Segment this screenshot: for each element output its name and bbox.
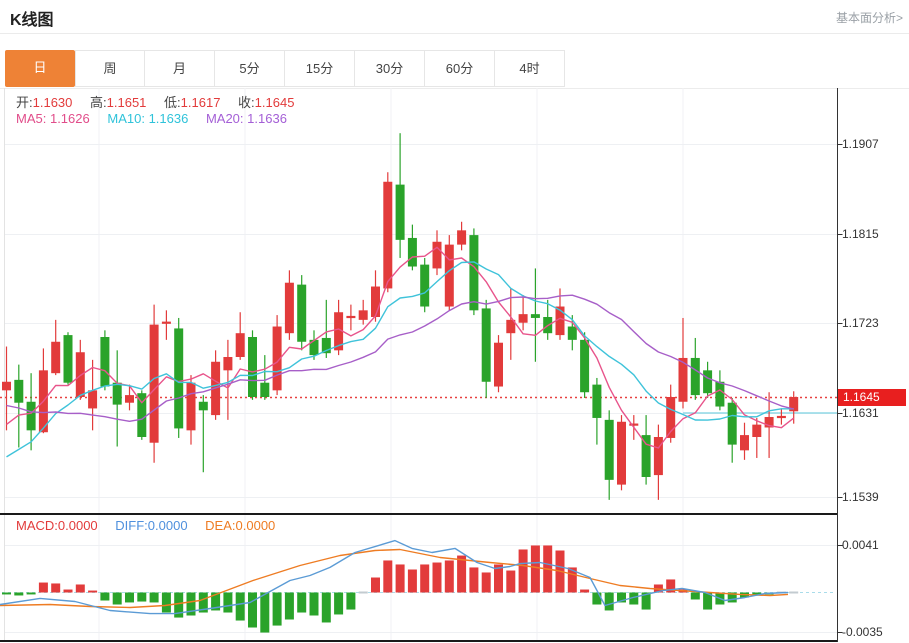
dea-label: DEA: <box>205 518 235 533</box>
tab-month[interactable]: 月 <box>145 50 215 87</box>
tab-30min[interactable]: 30分 <box>355 50 425 87</box>
macd-tick-pos: 0.0041 <box>842 537 906 553</box>
dea-value: 0.0000 <box>236 518 276 533</box>
macd-label: MACD: <box>16 518 58 533</box>
tab-15min[interactable]: 15分 <box>285 50 355 87</box>
tab-week[interactable]: 周 <box>75 50 145 87</box>
low-label: 低: <box>164 95 181 110</box>
macd-tick-neg: -0.0035 <box>842 624 906 640</box>
current-price-badge: 1.1645 <box>838 389 906 406</box>
ma10-label: MA10: <box>107 111 145 126</box>
ma5-value: 1.1626 <box>50 111 90 126</box>
diff-label: DIFF: <box>115 518 148 533</box>
ma20-value: 1.1636 <box>247 111 287 126</box>
ohlc-legend: 开:1.1630 高:1.1651 低:1.1617 收:1.1645 <box>16 92 294 111</box>
y-tick-11539: 1.1539 <box>842 489 906 505</box>
y-tick-11907: 1.1907 <box>842 136 906 152</box>
macd-legend: MACD:0.0000 DIFF:0.0000 DEA:0.0000 <box>16 518 275 533</box>
high-value: 1.1651 <box>107 95 147 110</box>
y-tick-11723: 1.1723 <box>842 315 906 331</box>
header-divider <box>0 33 909 34</box>
macd-value: 0.0000 <box>58 518 98 533</box>
timeframe-tabs: 日 周 月 5分 15分 30分 60分 4时 <box>5 50 565 87</box>
close-label: 收: <box>238 95 255 110</box>
page-title: K线图 <box>10 6 54 30</box>
high-label: 高: <box>90 95 107 110</box>
tab-60min[interactable]: 60分 <box>425 50 495 87</box>
y-tick-11631: 1.1631 <box>842 405 906 421</box>
open-value: 1.1630 <box>33 95 73 110</box>
ma-legend: MA5: 1.1626 MA10: 1.1636 MA20: 1.1636 <box>16 111 287 126</box>
tab-day[interactable]: 日 <box>5 50 75 87</box>
y-tick-11815: 1.1815 <box>842 226 906 242</box>
low-value: 1.1617 <box>181 95 221 110</box>
diff-value: 0.0000 <box>148 518 188 533</box>
close-value: 1.1645 <box>255 95 295 110</box>
ma5-label: MA5: <box>16 111 46 126</box>
ma20-label: MA20: <box>206 111 244 126</box>
ma10-value: 1.1636 <box>149 111 189 126</box>
fundamental-analysis-link[interactable]: 基本面分析> <box>836 9 903 26</box>
tab-5min[interactable]: 5分 <box>215 50 285 87</box>
open-label: 开: <box>16 95 33 110</box>
tab-4hour[interactable]: 4时 <box>495 50 565 87</box>
kline-widget: K线图 基本面分析> 日 周 月 5分 15分 30分 60分 4时 开:1.1… <box>0 0 909 643</box>
